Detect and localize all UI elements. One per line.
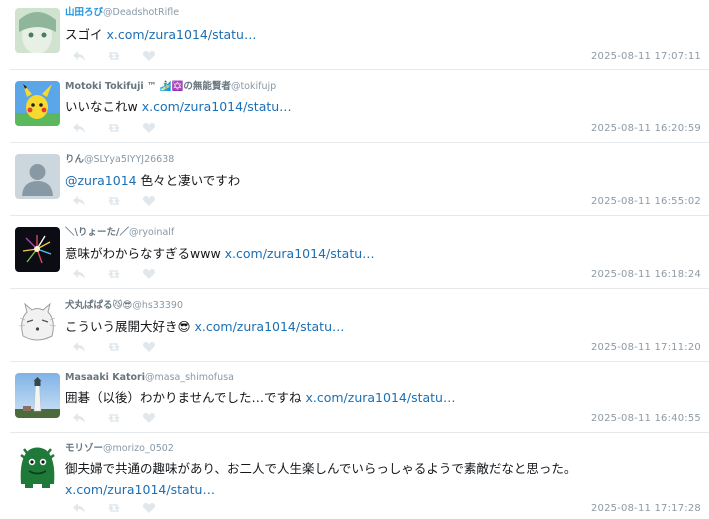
- reply-icon[interactable]: [72, 268, 86, 280]
- tweet-item: ＼\りょーた/／@ryoinalf 意味がわからなすぎるwww x.com/zu…: [0, 216, 709, 289]
- timestamp[interactable]: 2025-08-11 16:40:55: [591, 413, 701, 424]
- tweet-actions: [72, 411, 156, 425]
- tweet-text-body: 意味がわからなすぎるwww: [65, 246, 225, 261]
- retweet-icon[interactable]: [107, 341, 121, 353]
- reply-icon[interactable]: [72, 412, 86, 424]
- like-icon[interactable]: [142, 412, 156, 424]
- avatar[interactable]: [15, 227, 60, 272]
- tweet-actions: [72, 121, 156, 135]
- like-icon[interactable]: [142, 341, 156, 353]
- retweet-icon[interactable]: [107, 122, 121, 134]
- timestamp[interactable]: 2025-08-11 16:20:59: [591, 123, 701, 134]
- tweet-header: 犬丸ぱぱる😼😎@hs33390: [65, 300, 183, 312]
- tweet-text: 囲碁（以後）わかりませんでした…ですね x.com/zura1014/statu…: [65, 387, 695, 408]
- tweet-link[interactable]: x.com/zura1014/statu…: [305, 390, 455, 405]
- like-icon[interactable]: [142, 50, 156, 62]
- tweet-link[interactable]: x.com/zura1014/statu…: [225, 246, 375, 261]
- tweet-actions: [72, 340, 156, 354]
- retweet-icon[interactable]: [107, 412, 121, 424]
- timestamp[interactable]: 2025-08-11 16:18:24: [591, 269, 701, 280]
- timestamp[interactable]: 2025-08-11 17:07:11: [591, 51, 701, 62]
- tweet-header: Motoki Tokifuji ™ 🏄🏻‍♂️✡️の無能賢者@tokifujp: [65, 81, 276, 93]
- like-icon[interactable]: [142, 502, 156, 514]
- tweet-link[interactable]: x.com/zura1014/statu…: [65, 482, 215, 497]
- user-handle[interactable]: @tokifujp: [231, 81, 276, 92]
- tweet-text-body: こういう展開大好き😎: [65, 319, 195, 334]
- tweet-text-body: 囲碁（以後）わかりませんでした…ですね: [65, 390, 306, 405]
- user-handle[interactable]: @ryoinalf: [129, 227, 174, 238]
- tweet-header: 山田ろび@DeadshotRifle: [65, 7, 179, 19]
- user-name[interactable]: 犬丸ぱぱる😼😎: [65, 300, 132, 311]
- tweet-header: Masaaki Katori@masa_shimofusa: [65, 372, 234, 384]
- tweet-actions: [72, 49, 156, 63]
- tweet-text-body: 御夫婦で共通の趣味があり、お二人で人生楽しんでいらっしゃるようで素敵だなと思った…: [65, 461, 577, 476]
- user-name[interactable]: モリゾー: [65, 443, 103, 454]
- tweet-item: 山田ろび@DeadshotRifle スゴイ x.com/zura1014/st…: [0, 0, 709, 70]
- avatar[interactable]: [15, 300, 60, 345]
- reply-icon[interactable]: [72, 502, 86, 514]
- user-name[interactable]: Motoki Tokifuji ™ 🏄🏻‍♂️✡️の無能賢者: [65, 81, 231, 92]
- tweet-text: スゴイ x.com/zura1014/statu…: [65, 24, 695, 45]
- user-name[interactable]: Masaaki Katori: [65, 372, 145, 383]
- tweet-header: りん@SLYya5IYYJ26638: [65, 154, 174, 166]
- timestamp[interactable]: 2025-08-11 17:17:28: [591, 503, 701, 514]
- tweet-item: りん@SLYya5IYYJ26638 @zura1014 色々と凄いですわ 20…: [0, 143, 709, 216]
- user-name[interactable]: りん: [65, 154, 84, 165]
- tweet-text-body: スゴイ: [65, 27, 107, 42]
- tweet-actions: [72, 267, 156, 281]
- tweet-text: 意味がわからなすぎるwww x.com/zura1014/statu…: [65, 243, 695, 264]
- avatar[interactable]: [15, 81, 60, 126]
- tweet-link[interactable]: x.com/zura1014/statu…: [106, 27, 256, 42]
- tweet-text-body: 色々と凄いですわ: [136, 173, 241, 188]
- tweet-link[interactable]: x.com/zura1014/statu…: [195, 319, 345, 334]
- avatar[interactable]: [15, 373, 60, 418]
- tweet-text: こういう展開大好き😎 x.com/zura1014/statu…: [65, 316, 695, 337]
- user-handle[interactable]: @morizo_0502: [103, 443, 174, 454]
- retweet-icon[interactable]: [107, 502, 121, 514]
- tweet-item: 犬丸ぱぱる😼😎@hs33390 こういう展開大好き😎 x.com/zura101…: [0, 289, 709, 362]
- user-name[interactable]: 山田ろび: [65, 7, 103, 18]
- tweet-link[interactable]: x.com/zura1014/statu…: [142, 99, 292, 114]
- timestamp[interactable]: 2025-08-11 16:55:02: [591, 196, 701, 207]
- tweet-header: ＼\りょーた/／@ryoinalf: [65, 227, 174, 239]
- reply-icon[interactable]: [72, 50, 86, 62]
- avatar[interactable]: [15, 8, 60, 53]
- avatar[interactable]: [15, 444, 60, 489]
- user-name[interactable]: ＼\りょーた/／: [65, 227, 129, 238]
- reply-icon[interactable]: [72, 122, 86, 134]
- tweet-item: Masaaki Katori@masa_shimofusa 囲碁（以後）わかりま…: [0, 362, 709, 433]
- tweet-item: Motoki Tokifuji ™ 🏄🏻‍♂️✡️の無能賢者@tokifujp …: [0, 70, 709, 143]
- retweet-icon[interactable]: [107, 195, 121, 207]
- user-handle[interactable]: @SLYya5IYYJ26638: [84, 154, 174, 165]
- tweet-text-body: いいなこれw: [65, 99, 142, 114]
- retweet-icon[interactable]: [107, 268, 121, 280]
- tweet-header: モリゾー@morizo_0502: [65, 443, 174, 455]
- like-icon[interactable]: [142, 268, 156, 280]
- like-icon[interactable]: [142, 195, 156, 207]
- reply-icon[interactable]: [72, 195, 86, 207]
- tweet-text: @zura1014 色々と凄いですわ: [65, 170, 695, 191]
- user-handle[interactable]: @DeadshotRifle: [103, 7, 179, 18]
- tweet-item: モリゾー@morizo_0502 御夫婦で共通の趣味があり、お二人で人生楽しんで…: [0, 433, 709, 519]
- user-handle[interactable]: @masa_shimofusa: [145, 372, 234, 383]
- like-icon[interactable]: [142, 122, 156, 134]
- retweet-icon[interactable]: [107, 50, 121, 62]
- tweet-text: 御夫婦で共通の趣味があり、お二人で人生楽しんでいらっしゃるようで素敵だなと思った…: [65, 458, 695, 500]
- tweet-text: いいなこれw x.com/zura1014/statu…: [65, 96, 695, 117]
- tweet-mention[interactable]: @zura1014: [65, 173, 137, 188]
- timestamp[interactable]: 2025-08-11 17:11:20: [591, 342, 701, 353]
- reply-icon[interactable]: [72, 341, 86, 353]
- user-handle[interactable]: @hs33390: [132, 300, 183, 311]
- avatar[interactable]: [15, 154, 60, 199]
- tweet-actions: [72, 501, 156, 515]
- tweet-actions: [72, 194, 156, 208]
